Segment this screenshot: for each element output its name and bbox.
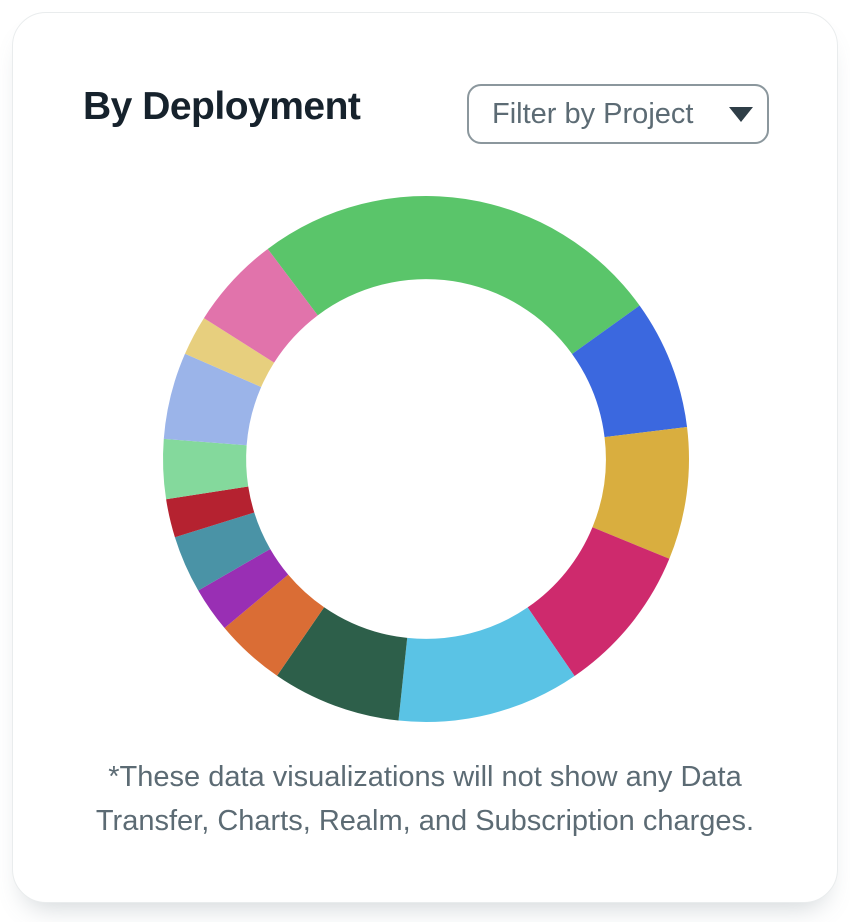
- donut-segment-green[interactable]: [268, 196, 640, 354]
- chart-footnote-line1: *These data visualizations will not show…: [13, 755, 837, 799]
- filter-by-project-dropdown[interactable]: Filter by Project: [467, 84, 769, 144]
- filter-dropdown-label: Filter by Project: [492, 98, 693, 131]
- caret-down-icon: [729, 107, 753, 122]
- by-deployment-card: By Deployment Filter by Project *These d…: [12, 12, 838, 903]
- page-title: By Deployment: [83, 83, 360, 131]
- chart-footnote-line2: Transfer, Charts, Realm, and Subscriptio…: [13, 799, 837, 843]
- deployment-donut-chart: [156, 189, 696, 729]
- chart-footnote: *These data visualizations will not show…: [13, 755, 837, 843]
